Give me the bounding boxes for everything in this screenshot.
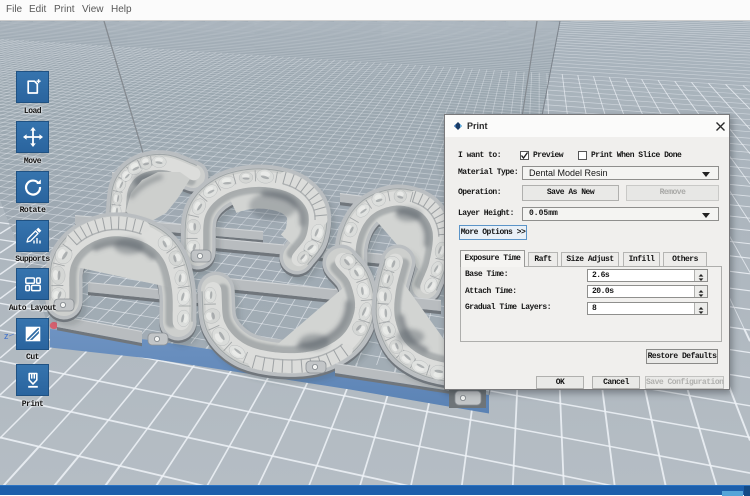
svg-text:z: z xyxy=(4,331,9,341)
